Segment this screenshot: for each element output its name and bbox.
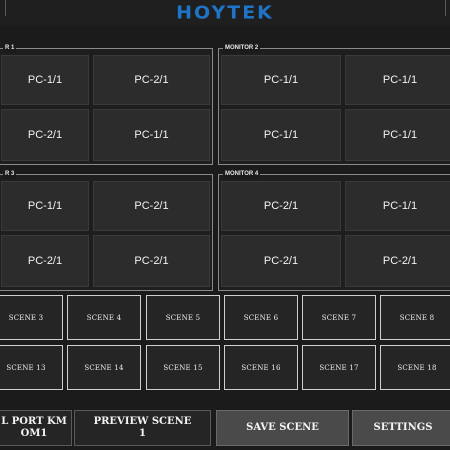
monitor-2-cell-2[interactable]: PC-1/1 (345, 55, 450, 105)
preview-scene-button[interactable]: PREVIEW SCENE 1 (74, 410, 211, 446)
monitor-3-cell-2[interactable]: PC-2/1 (93, 181, 210, 231)
settings-label: SETTINGS (373, 422, 433, 433)
monitor-label: MONITOR 2 (223, 43, 261, 53)
scene-16-button[interactable]: SCENE 16 (224, 345, 298, 390)
monitor-1-cell-3[interactable]: PC-2/1 (1, 109, 89, 161)
preview-scene-label: PREVIEW SCENE (93, 416, 192, 427)
scene-5-button[interactable]: SCENE 5 (146, 295, 220, 340)
scene-18-button[interactable]: SCENE 18 (380, 345, 450, 390)
top-bar: HOYTEK (0, 0, 450, 26)
monitor-label: R 3 (3, 169, 17, 179)
monitor-panel-2: MONITOR 2 PC-1/1 PC-1/1 PC-1/1 PC-1/1 (218, 43, 450, 165)
monitor-2-cell-1[interactable]: PC-1/1 (221, 55, 341, 105)
scene-17-button[interactable]: SCENE 17 (302, 345, 376, 390)
port-km-button[interactable]: L PORT KM OM1 (0, 410, 72, 446)
monitor-3-cell-3[interactable]: PC-2/1 (1, 235, 89, 287)
scene-3-button[interactable]: SCENE 3 (0, 295, 63, 340)
port-km-value: OM1 (20, 428, 48, 439)
scene-6-button[interactable]: SCENE 6 (224, 295, 298, 340)
monitor-panel-1: R 1 PC-1/1 PC-2/1 PC-2/1 PC-1/1 (0, 43, 213, 165)
monitor-4-cell-2[interactable]: PC-1/1 (345, 181, 450, 231)
settings-button[interactable]: SETTINGS (352, 410, 450, 446)
scene-15-button[interactable]: SCENE 15 (146, 345, 220, 390)
port-km-label: L PORT KM (1, 416, 67, 427)
scene-4-button[interactable]: SCENE 4 (67, 295, 141, 340)
scene-8-button[interactable]: SCENE 8 (380, 295, 450, 340)
monitor-label: R 1 (3, 43, 17, 53)
monitor-1-cell-1[interactable]: PC-1/1 (1, 55, 89, 105)
save-scene-button[interactable]: SAVE SCENE (216, 410, 349, 446)
scene-13-button[interactable]: SCENE 13 (0, 345, 63, 390)
monitor-3-cell-1[interactable]: PC-1/1 (1, 181, 89, 231)
monitor-3-cell-4[interactable]: PC-2/1 (93, 235, 210, 287)
brand-logo: HOYTEK (176, 2, 274, 24)
scene-14-button[interactable]: SCENE 14 (67, 345, 141, 390)
monitor-1-cell-4[interactable]: PC-1/1 (93, 109, 210, 161)
scene-7-button[interactable]: SCENE 7 (302, 295, 376, 340)
monitor-2-cell-3[interactable]: PC-1/1 (221, 109, 341, 161)
monitor-panel-3: R 3 PC-1/1 PC-2/1 PC-2/1 PC-2/1 (0, 169, 213, 291)
monitor-2-cell-4[interactable]: PC-1/1 (345, 109, 450, 161)
save-scene-label: SAVE SCENE (246, 422, 319, 433)
monitor-4-cell-3[interactable]: PC-2/1 (221, 235, 341, 287)
monitor-4-cell-1[interactable]: PC-2/1 (221, 181, 341, 231)
monitor-panel-4: MONITOR 4 PC-2/1 PC-1/1 PC-2/1 PC-2/1 (218, 169, 450, 291)
monitor-1-cell-2[interactable]: PC-2/1 (93, 55, 210, 105)
preview-scene-value: 1 (139, 428, 146, 439)
monitor-label: MONITOR 4 (223, 169, 261, 179)
monitor-4-cell-4[interactable]: PC-2/1 (345, 235, 450, 287)
